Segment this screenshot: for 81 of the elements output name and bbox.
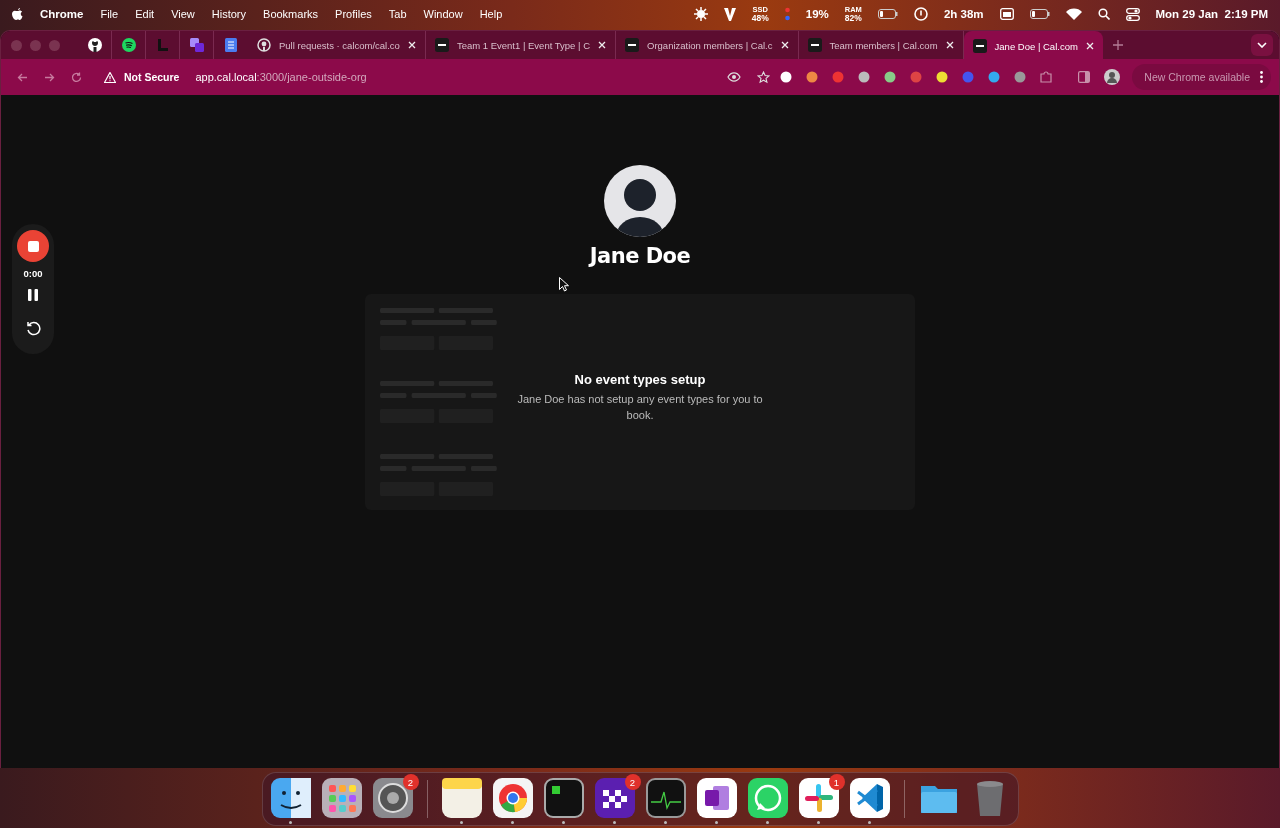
slack-icon[interactable] [798, 778, 839, 818]
cal-favicon-icon [625, 38, 639, 52]
heartbeat-monitor-icon[interactable] [645, 778, 686, 818]
menu-item[interactable]: View [171, 8, 195, 20]
menu-item[interactable]: Tab [388, 8, 407, 20]
sun-icon[interactable] [693, 7, 708, 21]
cpu-dots-icon[interactable] [784, 7, 790, 21]
document-icon [225, 38, 237, 52]
wifi-icon[interactable] [1065, 8, 1082, 20]
notebook-icon[interactable] [696, 778, 737, 818]
code-editor-icon[interactable] [849, 778, 890, 818]
battery-time[interactable]: 2h 38m [943, 8, 984, 20]
terminal-icon[interactable] [543, 778, 584, 818]
stop-recording-button[interactable] [17, 230, 49, 262]
recording-timer: 0:00 [23, 268, 43, 279]
github-favicon-icon [257, 38, 271, 52]
menu-item[interactable]: Bookmarks [263, 8, 319, 20]
finder-face-icon[interactable] [270, 778, 311, 818]
stacked-squares-icon [189, 38, 204, 52]
menu-item[interactable]: Help [479, 8, 503, 20]
menu-clock[interactable]: Mon 29 Jan 2:19 PM [1155, 8, 1268, 20]
l-logo-icon [155, 38, 170, 52]
octocat-icon [87, 38, 102, 52]
mouse-cursor-icon [559, 277, 569, 292]
empty-state-message: Jane Doe has not setup any event types for you to book. [516, 391, 764, 423]
apple-logo-icon[interactable] [12, 7, 23, 21]
cal-favicon-icon [807, 38, 822, 52]
update-button[interactable]: New Chrome available [1132, 64, 1271, 90]
address-field[interactable]: Not Secure app.cal.local:3000/jane-outside-org [94, 63, 781, 91]
close-icon[interactable] [780, 41, 789, 49]
menu-item[interactable]: Profiles [335, 8, 372, 20]
reload-icon[interactable] [71, 71, 82, 83]
cal-favicon-icon [434, 38, 449, 52]
warning-icon[interactable] [104, 71, 116, 83]
menu-item[interactable]: History [211, 8, 247, 20]
spotify-icon [121, 38, 136, 52]
more-icon[interactable] [1260, 71, 1263, 83]
search-icon[interactable] [1097, 8, 1110, 20]
extension-icon[interactable] [780, 71, 793, 83]
avatar-icon[interactable] [1104, 69, 1121, 85]
gear-icon[interactable] [372, 778, 413, 818]
app-grid-icon[interactable] [321, 778, 362, 818]
menu-item[interactable]: Window [423, 8, 463, 20]
battery-icon[interactable] [877, 9, 898, 19]
power-icon[interactable] [913, 7, 928, 21]
close-icon[interactable] [407, 41, 416, 49]
puzzle-icon[interactable] [1040, 71, 1053, 83]
extension-icon[interactable] [936, 71, 949, 83]
side-panel-icon[interactable] [1078, 71, 1091, 83]
cpu-usage[interactable]: 19% [805, 8, 829, 20]
profile-name: Jane Doe [589, 244, 691, 268]
chat-bubble-icon[interactable] [747, 778, 788, 818]
menu-item[interactable]: Edit [135, 8, 155, 20]
eye-icon[interactable] [727, 72, 742, 82]
star-icon[interactable] [757, 70, 771, 84]
restart-icon[interactable] [25, 321, 41, 336]
browser-tab[interactable]: Jane Doe | Cal.com [963, 31, 1103, 61]
security-label[interactable]: Not Secure [124, 71, 180, 83]
close-icon[interactable] [598, 41, 606, 49]
tab-search-button[interactable] [1251, 34, 1273, 56]
close-icon[interactable] [1085, 42, 1094, 50]
pause-icon[interactable] [28, 289, 38, 301]
control-center-icon[interactable] [1125, 7, 1140, 21]
calendar-icon[interactable] [999, 8, 1014, 20]
forward-arrow-icon[interactable] [44, 71, 55, 83]
empty-state-title: No event types setup [574, 371, 706, 387]
menu-item[interactable]: File [100, 8, 119, 20]
cal-favicon-icon [972, 39, 987, 53]
v-logo-icon[interactable] [723, 7, 736, 21]
extension-icon[interactable] [858, 71, 871, 83]
new-tab-icon[interactable] [1112, 40, 1123, 50]
checkered-icon[interactable] [594, 778, 635, 818]
extension-icon[interactable] [884, 71, 897, 83]
chrome-icon[interactable] [492, 778, 533, 818]
app-menu[interactable]: Chrome [40, 8, 84, 20]
notepad-icon[interactable] [441, 778, 482, 818]
close-icon[interactable] [945, 41, 954, 49]
url-text: app.cal.local:3000/jane-outside-org [195, 71, 367, 83]
chevron-down-icon[interactable] [1257, 42, 1267, 48]
back-arrow-icon[interactable] [17, 71, 28, 83]
battery-icon[interactable] [1029, 9, 1050, 19]
